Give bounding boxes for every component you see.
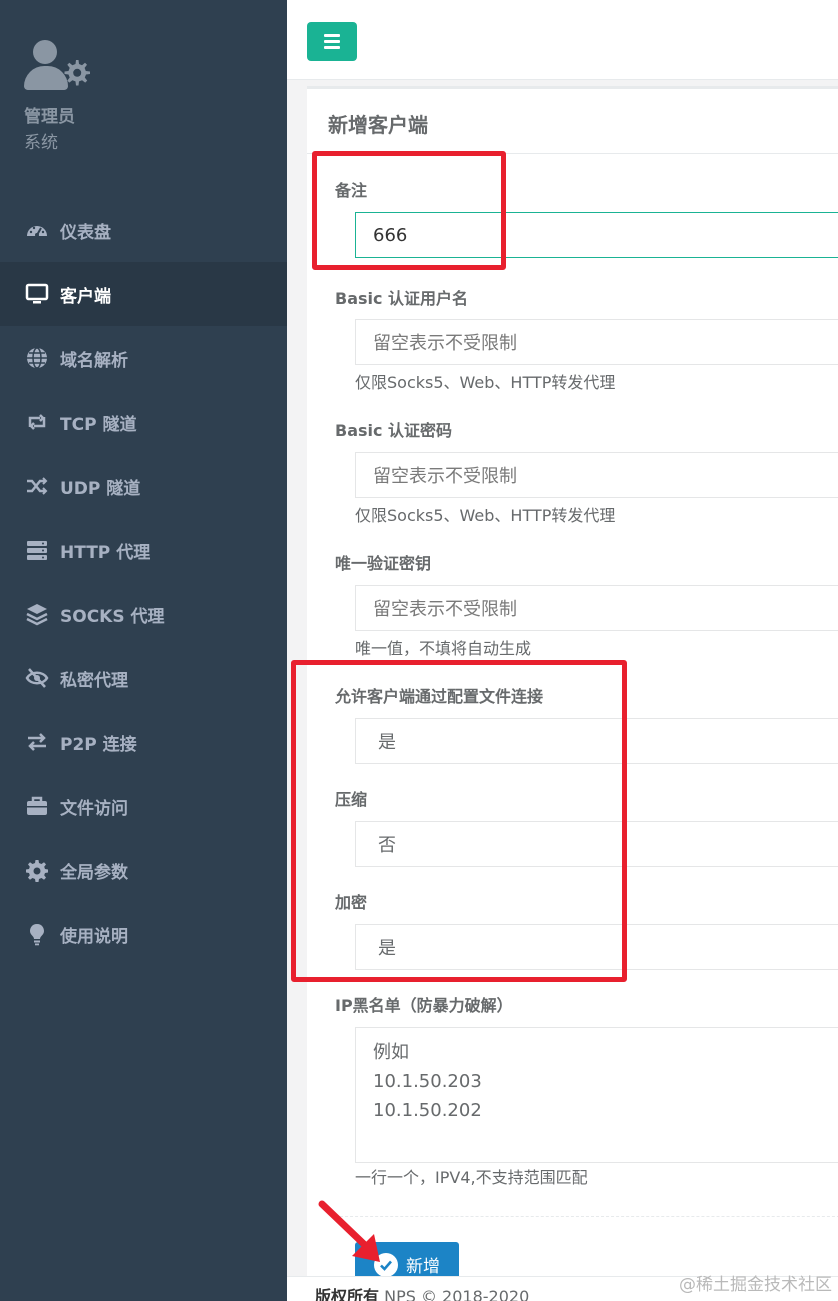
sidebar-item-clients[interactable]: 客户端 <box>0 262 287 326</box>
random-icon <box>24 473 50 499</box>
sidebar-item-label: 文件访问 <box>60 798 128 819</box>
sidebar-item-label: 客户端 <box>60 286 111 307</box>
sidebar-item-label: HTTP 代理 <box>60 542 151 563</box>
basic-user-help: 仅限Socks5、Web、HTTP转发代理 <box>355 373 616 392</box>
sidebar-item-label: UDP 隧道 <box>60 478 141 499</box>
menu-toggle-button[interactable] <box>307 22 357 61</box>
admin-avatar-icon <box>24 38 92 96</box>
sidebar-item-label: P2P 连接 <box>60 734 137 755</box>
sidebar-item-label: 使用说明 <box>60 926 128 947</box>
blacklist-label: IP黑名单（防暴力破解） <box>335 996 513 1015</box>
vkey-input[interactable]: 留空表示不受限制 <box>355 585 838 631</box>
blacklist-help: 一行一个，IPV4,不支持范围匹配 <box>355 1168 588 1187</box>
blacklist-line: 10.1.50.202 <box>373 1100 482 1121</box>
annotation-arrow-icon <box>318 1200 380 1262</box>
copyright-text: 版权所有 NPS © 2018-2020 <box>315 1283 529 1301</box>
copyright-bold: 版权所有 <box>315 1287 380 1301</box>
annotation-box-options <box>291 660 627 982</box>
watermark: @稀土掘金技术社区 <box>679 1275 832 1295</box>
sidebar-item-http[interactable]: HTTP 代理 <box>0 518 287 582</box>
sidebar-nav: 仪表盘 客户端 域名解析 TCP 隧道 UDP 隧道 HTTP 代理 SOCKS… <box>0 198 287 966</box>
sidebar-item-label: 全局参数 <box>60 862 128 883</box>
basic-pass-help: 仅限Socks5、Web、HTTP转发代理 <box>355 506 616 525</box>
top-navbar <box>287 0 838 80</box>
basic-user-label: Basic 认证用户名 <box>335 289 469 308</box>
user-profile: 管理员 系统 <box>24 38 92 153</box>
sidebar-item-help[interactable]: 使用说明 <box>0 902 287 966</box>
sidebar-item-global[interactable]: 全局参数 <box>0 838 287 902</box>
exchange-icon <box>24 729 50 755</box>
sidebar-item-secret[interactable]: 私密代理 <box>0 646 287 710</box>
vkey-label: 唯一验证密钥 <box>335 554 432 573</box>
card-title: 新增客户端 <box>328 113 428 137</box>
blacklist-textarea[interactable]: 例如 10.1.50.203 10.1.50.202 <box>355 1027 838 1163</box>
copyright-rest: NPS © 2018-2020 <box>379 1287 530 1301</box>
sidebar-item-label: 域名解析 <box>60 350 128 371</box>
basic-pass-label: Basic 认证密码 <box>335 421 453 440</box>
sidebar-item-label: 私密代理 <box>60 670 128 691</box>
vkey-help: 唯一值，不填将自动生成 <box>355 639 532 658</box>
hamburger-icon <box>324 34 340 37</box>
layers-icon <box>24 601 50 627</box>
briefcase-icon <box>24 793 50 819</box>
form-divider <box>335 1216 838 1217</box>
blacklist-line: 10.1.50.203 <box>373 1071 482 1092</box>
sidebar-item-tcp[interactable]: TCP 隧道 <box>0 390 287 454</box>
retweet-icon <box>24 409 50 435</box>
sidebar-item-label: TCP 隧道 <box>60 414 137 435</box>
eye-slash-icon <box>24 665 50 691</box>
sidebar-item-domain[interactable]: 域名解析 <box>0 326 287 390</box>
lightbulb-icon <box>24 921 50 947</box>
blacklist-line: 例如 <box>373 1042 409 1063</box>
desktop-icon <box>24 281 50 307</box>
sidebar-item-file[interactable]: 文件访问 <box>0 774 287 838</box>
user-name: 管理员 <box>24 107 75 127</box>
sidebar-item-p2p[interactable]: P2P 连接 <box>0 710 287 774</box>
dashboard-icon <box>24 217 50 243</box>
server-icon <box>24 537 50 563</box>
basic-user-input[interactable]: 留空表示不受限制 <box>355 319 838 365</box>
sidebar-item-socks[interactable]: SOCKS 代理 <box>0 582 287 646</box>
basic-pass-input[interactable]: 留空表示不受限制 <box>355 452 838 498</box>
sidebar-item-label: 仪表盘 <box>60 222 111 243</box>
sidebar-item-dashboard[interactable]: 仪表盘 <box>0 198 287 262</box>
annotation-box-remark <box>312 151 506 270</box>
globe-icon <box>24 345 50 371</box>
add-submit-label: 新增 <box>406 1257 440 1277</box>
user-role: 系统 <box>24 133 58 153</box>
sidebar: 管理员 系统 仪表盘 客户端 域名解析 TCP 隧道 UDP 隧道 HTTP 代… <box>0 0 287 1301</box>
sidebar-item-udp[interactable]: UDP 隧道 <box>0 454 287 518</box>
sidebar-item-label: SOCKS 代理 <box>60 606 165 627</box>
gear-icon <box>24 857 50 883</box>
